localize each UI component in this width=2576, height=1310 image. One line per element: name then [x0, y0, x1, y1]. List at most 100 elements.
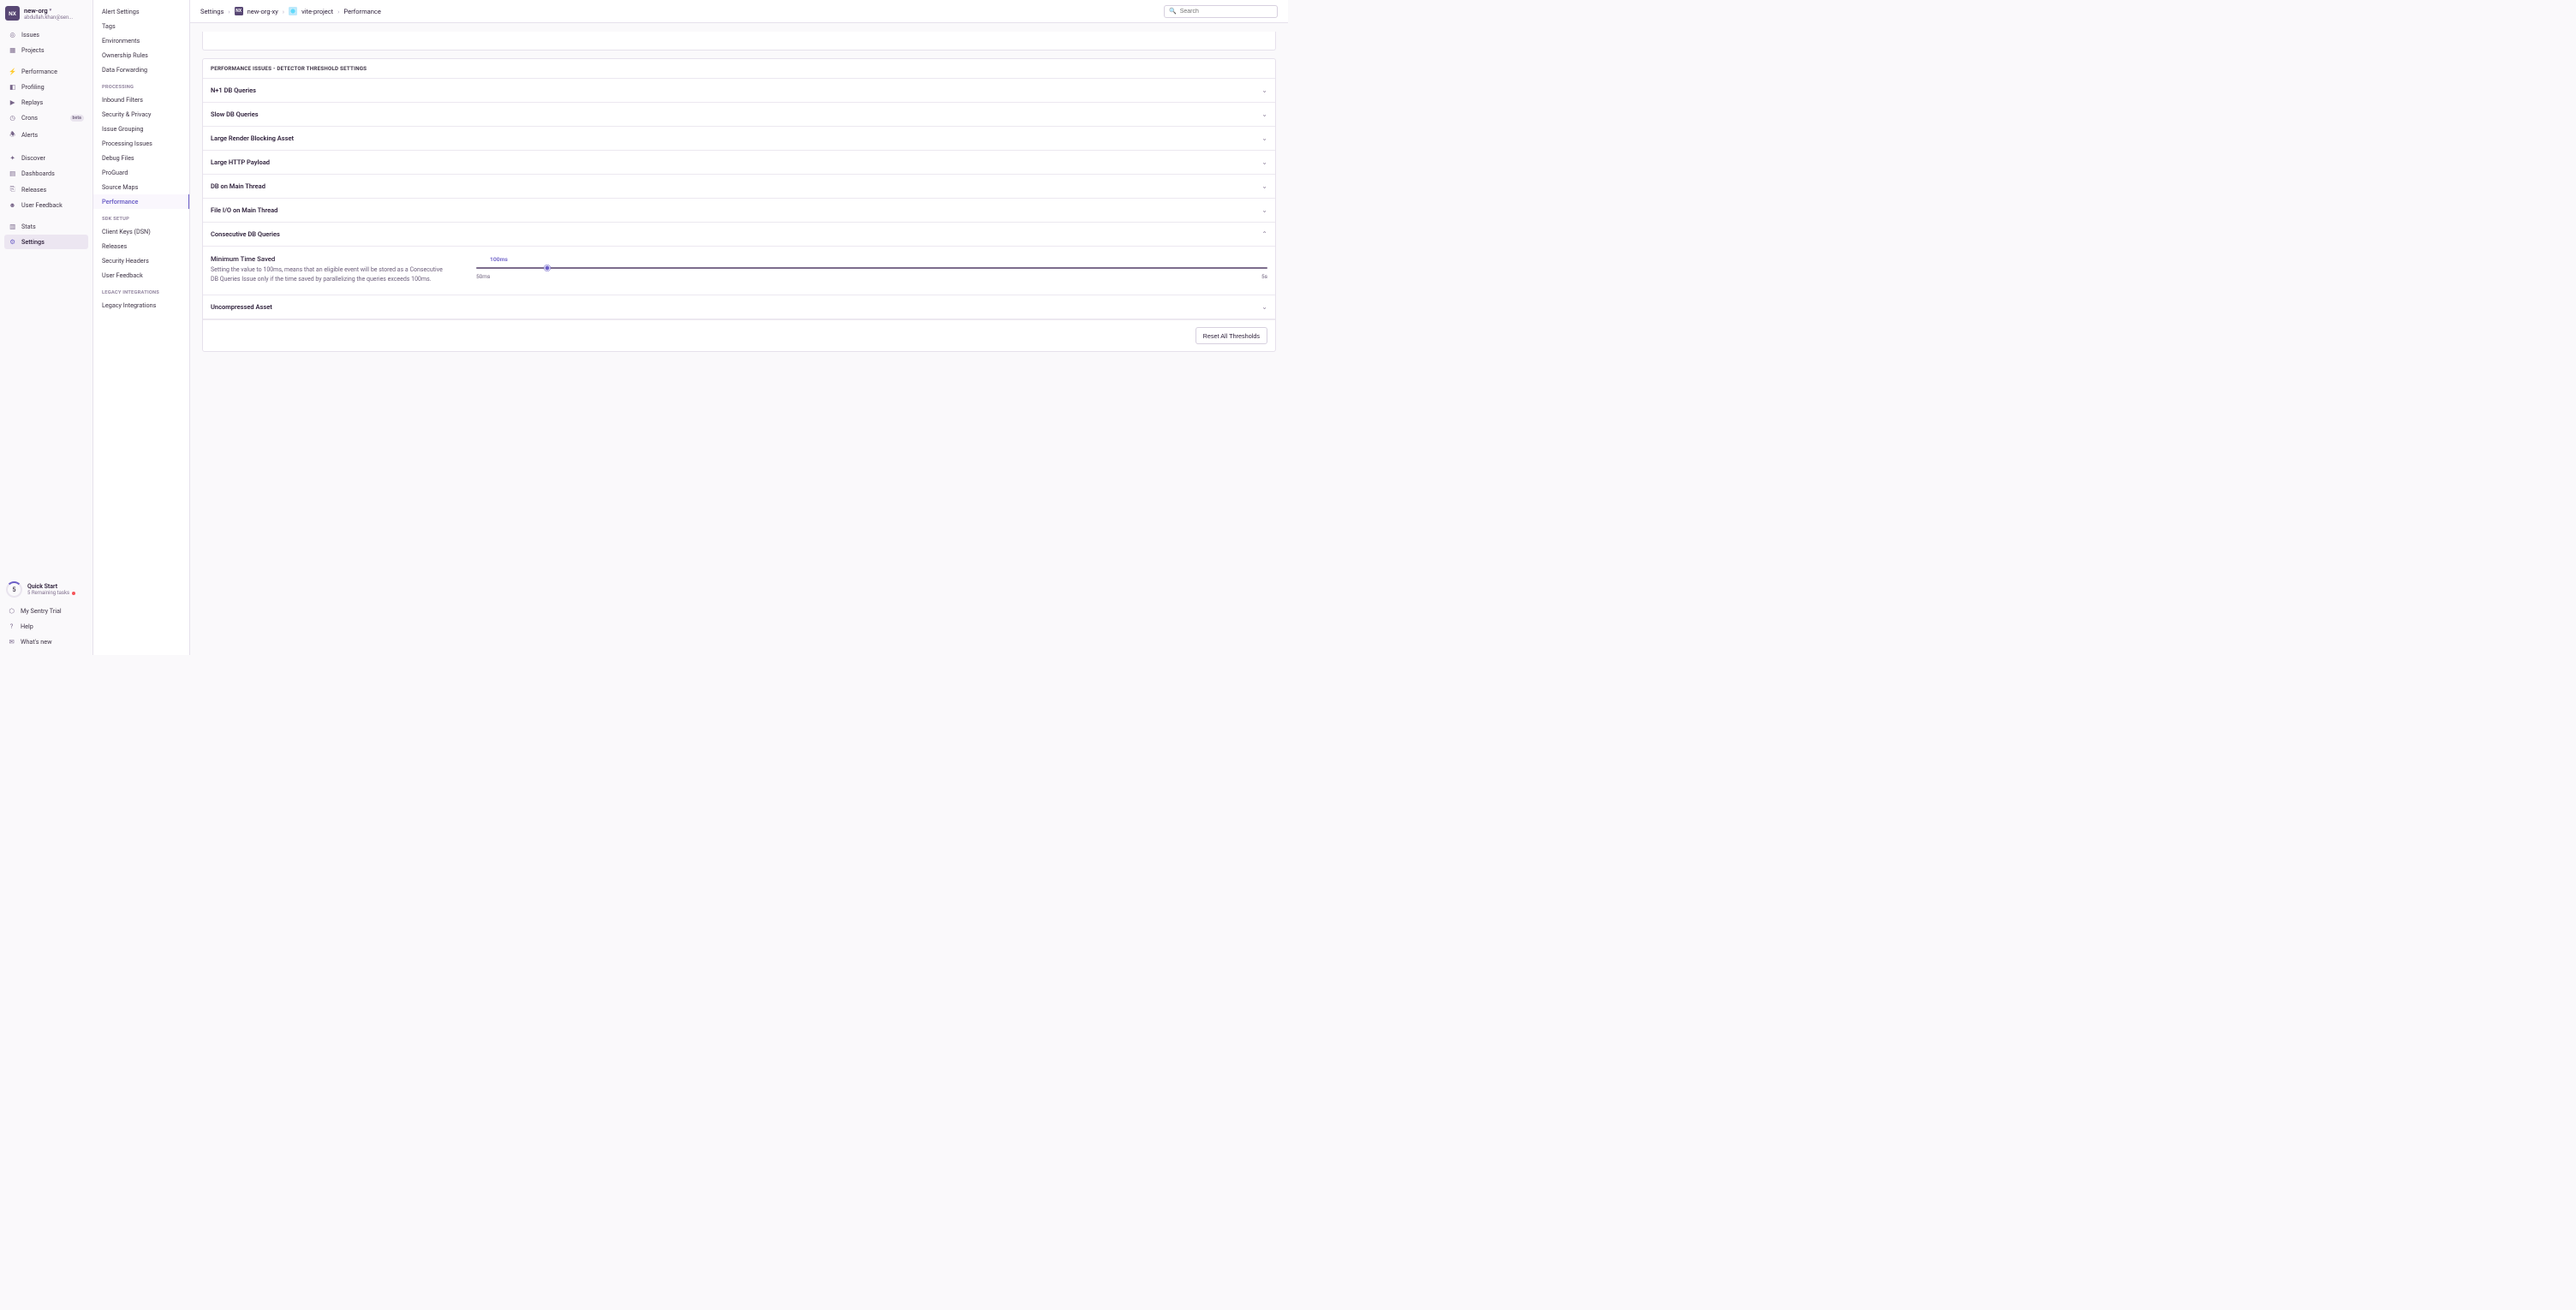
detector-title: Slow DB Queries	[211, 110, 259, 118]
nav-label: Help	[21, 622, 33, 630]
search-input[interactable]	[1180, 9, 1273, 15]
crumb-org[interactable]: new-org-xy	[247, 8, 278, 15]
slider-min-label: 50ms	[476, 273, 490, 280]
detector-title: N+1 DB Queries	[211, 86, 256, 94]
org-email: abdullah.khan@sen...	[24, 15, 73, 21]
slider-value: 100ms	[476, 256, 1267, 263]
settings-nav-security-privacy[interactable]: Security & Privacy	[93, 107, 189, 122]
nav-issues[interactable]: ◎ Issues	[4, 27, 88, 42]
chevron-down-icon: ⌄	[1261, 182, 1267, 190]
nav-releases[interactable]: ⎘ Releases	[4, 182, 88, 197]
settings-nav-environments[interactable]: Environments	[93, 33, 189, 48]
discover-icon: ✦	[9, 154, 16, 162]
settings-nav-ownership-rules[interactable]: Ownership Rules	[93, 48, 189, 63]
settings-nav-proguard[interactable]: ProGuard	[93, 165, 189, 180]
settings-nav-performance[interactable]: Performance	[93, 194, 189, 209]
detector-row-slow-db-queries[interactable]: Slow DB Queries ⌄	[203, 103, 1275, 127]
settings-nav-inbound-filters[interactable]: Inbound Filters	[93, 92, 189, 107]
nav-label: Dashboards	[21, 170, 55, 177]
nav-replays[interactable]: ▶ Replays	[4, 95, 88, 110]
setting-description: Setting the value to 100ms, means that a…	[211, 265, 450, 283]
search-icon: 🔍	[1169, 8, 1177, 15]
org-avatar: NX	[5, 6, 20, 21]
nav-stats[interactable]: ▥ Stats	[4, 219, 88, 234]
nav-help[interactable]: ? Help	[3, 619, 89, 634]
nav-settings[interactable]: ⚙ Settings	[4, 235, 88, 249]
nav-label: Issues	[21, 31, 39, 39]
chevron-down-icon: ▾	[50, 8, 52, 13]
crumb-settings[interactable]: Settings	[200, 8, 224, 15]
reset-all-thresholds-button[interactable]: Reset All Thresholds	[1196, 327, 1267, 344]
breadcrumb: Settings › NX new-org-xy › vite-project …	[200, 7, 381, 15]
help-icon: ?	[8, 622, 15, 630]
quick-start[interactable]: 5 Quick Start 5 Remaining tasks	[3, 578, 89, 604]
crumb-page: Performance	[343, 8, 380, 15]
nav-label: Crons	[21, 114, 38, 122]
project-icon	[289, 7, 297, 15]
settings-nav-tags[interactable]: Tags	[93, 19, 189, 33]
nav-label: Alerts	[21, 131, 38, 139]
chevron-down-icon: ⌄	[1261, 110, 1267, 118]
detector-row-consecutive-db-queries[interactable]: Consecutive DB Queries ⌃	[203, 223, 1275, 247]
setting-title: Minimum Time Saved	[211, 255, 450, 263]
beta-badge: beta	[70, 115, 84, 122]
settings-nav-processing-issues[interactable]: Processing Issues	[93, 136, 189, 151]
chevron-down-icon: ⌄	[1261, 206, 1267, 214]
nav-label: Profiling	[21, 83, 45, 91]
settings-nav-alert-settings[interactable]: Alert Settings	[93, 4, 189, 19]
nav-alerts[interactable]: 🕭 Alerts	[4, 126, 88, 144]
stats-icon: ▥	[9, 223, 16, 230]
nav-trial[interactable]: ⬡ My Sentry Trial	[3, 604, 89, 618]
detector-row-db-on-main-thread[interactable]: DB on Main Thread ⌄	[203, 175, 1275, 199]
settings-nav-source-maps[interactable]: Source Maps	[93, 180, 189, 194]
nav-crons[interactable]: ◷ Crons beta	[4, 110, 88, 125]
org-switcher[interactable]: NX new-org ▾ abdullah.khan@sen...	[3, 3, 89, 26]
settings-nav-user-feedback[interactable]: User Feedback	[93, 268, 189, 283]
search-box[interactable]: 🔍	[1164, 5, 1278, 18]
settings-nav-issue-grouping[interactable]: Issue Grouping	[93, 122, 189, 136]
gear-icon: ⚙	[9, 238, 16, 246]
replays-icon: ▶	[9, 98, 16, 106]
nav-discover[interactable]: ✦ Discover	[4, 151, 88, 165]
detector-row-large-render-blocking-asset[interactable]: Large Render Blocking Asset ⌄	[203, 127, 1275, 151]
settings-nav-data-forwarding[interactable]: Data Forwarding	[93, 63, 189, 77]
nav-whats-new[interactable]: ✉ What's new	[3, 634, 89, 649]
detector-row-file-io-on-main-thread[interactable]: File I/O on Main Thread ⌄	[203, 199, 1275, 223]
quick-start-title: Quick Start	[27, 583, 75, 590]
chevron-right-icon: ›	[337, 8, 339, 15]
quick-start-progress: 5	[6, 581, 22, 598]
detector-row-uncompressed-asset[interactable]: Uncompressed Asset ⌄	[203, 295, 1275, 319]
settings-nav-releases[interactable]: Releases	[93, 239, 189, 253]
nav-performance[interactable]: ⚡ Performance	[4, 64, 88, 79]
chevron-down-icon: ⌄	[1261, 134, 1267, 142]
dashboards-icon: ▤	[9, 170, 16, 177]
settings-group-processing: PROCESSING	[93, 77, 189, 92]
primary-sidebar: NX new-org ▾ abdullah.khan@sen... ◎ Issu…	[0, 0, 93, 655]
settings-nav-debug-files[interactable]: Debug Files	[93, 151, 189, 165]
settings-nav-legacy-integrations[interactable]: Legacy Integrations	[93, 298, 189, 313]
slider-rail	[476, 267, 1267, 269]
crumb-project[interactable]: vite-project	[301, 8, 333, 15]
settings-nav-security-headers[interactable]: Security Headers	[93, 253, 189, 268]
nav-label: Releases	[21, 186, 46, 194]
detector-title: Uncompressed Asset	[211, 303, 272, 311]
detector-panel: PERFORMANCE ISSUES - DETECTOR THRESHOLD …	[202, 58, 1276, 352]
detector-row-large-http-payload[interactable]: Large HTTP Payload ⌄	[203, 151, 1275, 175]
detector-row-n1-db-queries[interactable]: N+1 DB Queries ⌄	[203, 79, 1275, 103]
nav-label: Projects	[21, 46, 45, 54]
crons-icon: ◷	[9, 114, 16, 122]
chevron-right-icon: ›	[283, 8, 284, 15]
nav-dashboards[interactable]: ▤ Dashboards	[4, 166, 88, 181]
settings-nav-client-keys[interactable]: Client Keys (DSN)	[93, 224, 189, 239]
alerts-icon: 🕭	[9, 129, 16, 140]
panel-header: PERFORMANCE ISSUES - DETECTOR THRESHOLD …	[203, 59, 1275, 79]
org-name: new-org	[24, 7, 48, 15]
chevron-right-icon: ›	[228, 8, 230, 15]
nav-profiling[interactable]: ◧ Profiling	[4, 80, 88, 94]
slider[interactable]	[476, 265, 1267, 271]
quick-start-subtitle: 5 Remaining tasks	[27, 590, 69, 596]
chevron-down-icon: ⌄	[1261, 158, 1267, 166]
slider-thumb[interactable]	[545, 265, 551, 271]
nav-user-feedback[interactable]: ☻ User Feedback	[4, 198, 88, 212]
nav-projects[interactable]: ▦ Projects	[4, 43, 88, 57]
